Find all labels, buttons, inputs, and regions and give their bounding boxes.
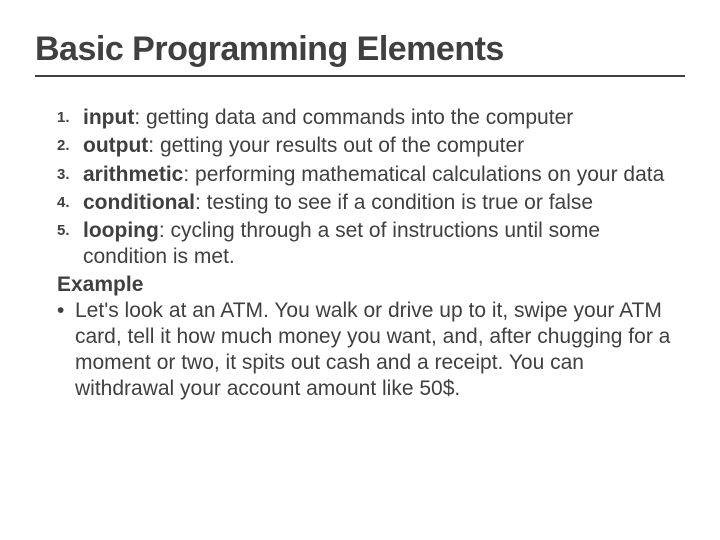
list-item: 1. input: getting data and commands into… <box>57 105 685 131</box>
item-number: 1. <box>57 105 83 128</box>
item-text: conditional: testing to see if a conditi… <box>83 190 685 216</box>
item-number: 2. <box>57 133 83 156</box>
bullet-icon: • <box>57 298 75 324</box>
item-text: output: getting your results out of the … <box>83 133 685 159</box>
list-item: 2. output: getting your results out of t… <box>57 133 685 159</box>
example-text: Let's look at an ATM. You walk or drive … <box>75 298 685 403</box>
content-area: 1. input: getting data and commands into… <box>35 105 685 403</box>
item-number: 5. <box>57 218 83 241</box>
item-text: arithmetic: performing mathematical calc… <box>83 162 685 188</box>
page-title: Basic Programming Elements <box>35 30 685 77</box>
item-text: input: getting data and commands into th… <box>83 105 685 131</box>
list-item: 5. looping: cycling through a set of ins… <box>57 218 685 271</box>
example-label: Example <box>57 273 685 297</box>
item-number: 3. <box>57 162 83 185</box>
item-number: 4. <box>57 190 83 213</box>
list-item: 4. conditional: testing to see if a cond… <box>57 190 685 216</box>
list-item: 3. arithmetic: performing mathematical c… <box>57 162 685 188</box>
example-bullet: • Let's look at an ATM. You walk or driv… <box>57 298 685 403</box>
slide: Basic Programming Elements 1. input: get… <box>0 0 720 540</box>
item-text: looping: cycling through a set of instru… <box>83 218 685 271</box>
